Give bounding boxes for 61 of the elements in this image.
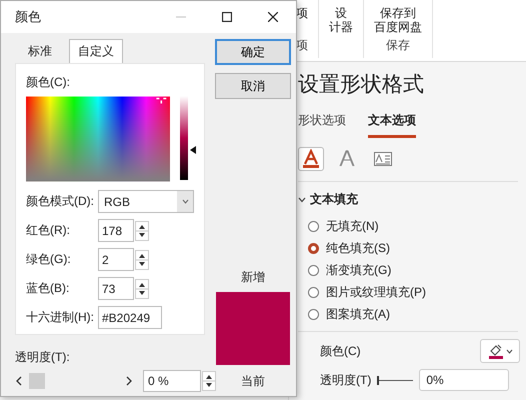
- pane-title: 设置形状格式: [298, 72, 425, 98]
- dialog-tab[interactable]: 标准: [19, 39, 61, 63]
- ribbon-button[interactable]: 设 计器: [329, 0, 353, 58]
- spinner-arrows-icon[interactable]: [135, 250, 149, 270]
- radio-button[interactable]: [308, 287, 319, 298]
- transparency-field[interactable]: 0 %: [143, 370, 201, 392]
- text-fill-icon: [301, 149, 321, 169]
- option-label: 图案填充(A): [326, 306, 390, 323]
- color-mode-dropdown[interactable]: RGB: [98, 190, 194, 213]
- field-label: 红色(R):: [26, 222, 71, 239]
- value-field[interactable]: 2: [98, 248, 134, 271]
- caret-icon: [506, 348, 512, 354]
- field-label: 颜色模式(D):: [26, 193, 95, 210]
- text-outline-icon: [337, 149, 357, 169]
- spectrum-label: 颜色(C):: [26, 74, 71, 91]
- color-spectrum[interactable]: [26, 96, 170, 182]
- minimize-icon: [176, 16, 186, 18]
- spinner-arrows-icon[interactable]: [202, 371, 216, 391]
- textbox-icon: [373, 149, 393, 169]
- field-label: 十六进制(H):: [26, 309, 95, 326]
- hex-field[interactable]: #B20249: [98, 306, 162, 329]
- value-field[interactable]: 178: [98, 219, 134, 242]
- transparency-label: 透明度(T): [320, 372, 372, 388]
- spinner-arrows-icon[interactable]: [135, 220, 149, 240]
- option-label: 图片或纹理填充(P): [326, 284, 426, 301]
- caret-icon: [182, 199, 188, 204]
- spinner-arrows-icon[interactable]: [135, 278, 149, 298]
- group-label: 保存: [386, 37, 410, 54]
- pane-tab[interactable]: 形状选项: [298, 108, 346, 138]
- color-label: 颜色(C): [320, 342, 361, 360]
- radio-button[interactable]: [308, 221, 319, 232]
- maximize-icon: [222, 12, 232, 22]
- ribbon-button[interactable]: 保存到 百度网盘: [374, 0, 422, 37]
- transparency-field[interactable]: 0%: [419, 369, 510, 391]
- ribbon-button[interactable]: 项: [296, 0, 308, 37]
- color-picker-button[interactable]: [480, 339, 520, 363]
- option-label: 无填充(N): [326, 218, 379, 235]
- luminance-slider[interactable]: [180, 96, 196, 180]
- field-label: 蓝色(B):: [26, 280, 70, 297]
- radio-button[interactable]: [308, 243, 319, 254]
- radio-button[interactable]: [308, 309, 319, 320]
- dialog-button[interactable]: 确定: [215, 39, 291, 65]
- paint-bucket-icon: [488, 343, 504, 359]
- value-field[interactable]: 73: [98, 277, 134, 300]
- dialog-title: 颜色: [15, 8, 42, 26]
- current-color-label: 当前: [241, 373, 265, 390]
- dialog-tab[interactable]: 自定义: [69, 39, 123, 63]
- chevron-icon[interactable]: [298, 196, 306, 204]
- dialog-button[interactable]: 取消: [215, 73, 291, 99]
- field-label: 绿色(G):: [26, 251, 72, 268]
- transparency-slider[interactable]: [377, 375, 414, 385]
- option-label: 纯色填充(S): [326, 240, 390, 257]
- option-label: 渐变填充(G): [326, 262, 392, 279]
- radio-button[interactable]: [308, 265, 319, 276]
- group-label: 项: [296, 37, 308, 54]
- text-option-tab[interactable]: [298, 147, 324, 171]
- section-title: 文本填充: [310, 191, 358, 208]
- close-icon: [268, 12, 278, 22]
- pane-tab[interactable]: 文本选项: [368, 108, 416, 138]
- new-color-label: 新增: [241, 269, 265, 286]
- transparency-label: 透明度(T):: [15, 349, 71, 366]
